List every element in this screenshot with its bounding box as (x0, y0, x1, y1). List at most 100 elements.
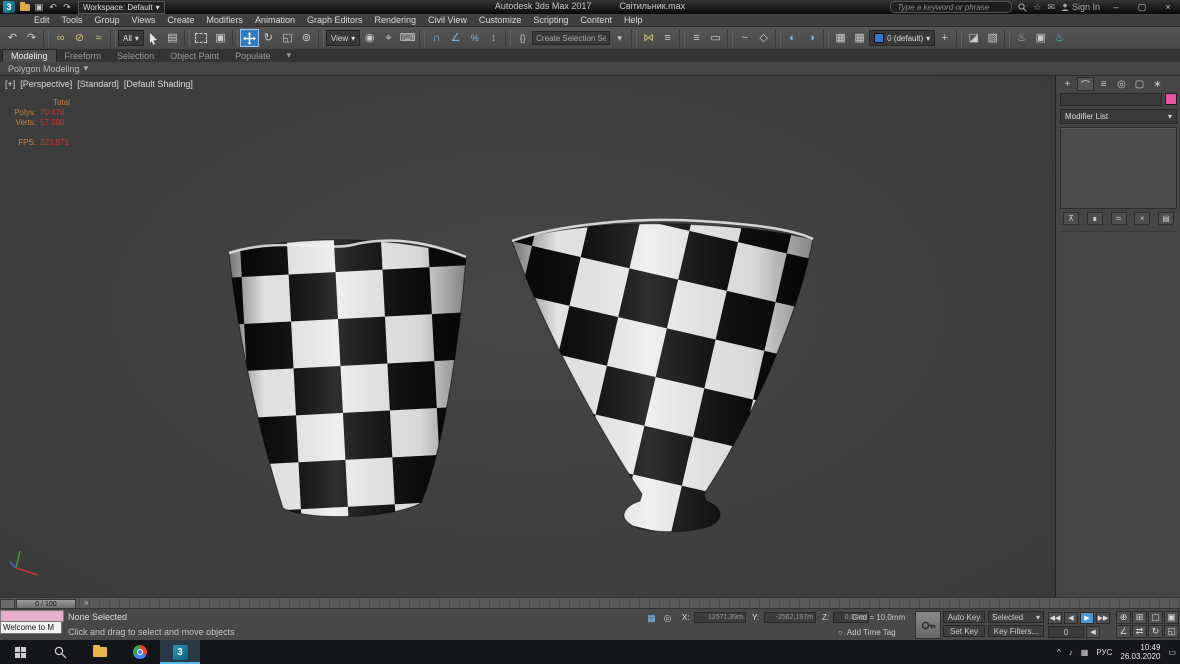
absolute-offset-toggle-icon[interactable]: ◎ (661, 612, 674, 624)
pan-icon[interactable]: ⇄ (1132, 625, 1147, 638)
reference-coordinate-dropdown[interactable]: View ▾ (326, 30, 360, 46)
undo-icon[interactable]: ↶ (46, 1, 60, 13)
action-center-icon[interactable]: ▭ (1168, 648, 1176, 657)
menu-civil-view[interactable]: Civil View (422, 15, 473, 25)
maxscript-mini-listener[interactable]: Welcome to M (0, 621, 62, 634)
close-button[interactable]: × (1158, 1, 1178, 14)
motion-tab-icon[interactable]: ◎ (1113, 77, 1130, 91)
taskbar-search-icon[interactable] (40, 640, 80, 664)
viewport-pov-label[interactable]: [Perspective] (20, 79, 72, 89)
menu-scripting[interactable]: Scripting (527, 15, 574, 25)
named-selection-set-field[interactable] (532, 31, 610, 45)
schematic-view-icon[interactable]: ◇ (754, 29, 773, 47)
render-setup-icon[interactable]: ♨ (1012, 29, 1031, 47)
utilities-tab-icon[interactable]: ∗ (1149, 77, 1166, 91)
select-and-move-icon[interactable] (240, 29, 259, 47)
menu-customize[interactable]: Customize (473, 15, 528, 25)
scene-explorer-icon[interactable]: ▦ (831, 29, 850, 47)
menu-tools[interactable]: Tools (56, 15, 89, 25)
rectangular-selection-region-icon[interactable] (192, 29, 211, 47)
snaps-toggle-icon[interactable]: ∩ (427, 29, 446, 47)
viewport-menu-plus[interactable]: [+] (5, 79, 15, 89)
create-tab-icon[interactable]: + (1059, 77, 1076, 91)
select-object-icon[interactable] (144, 29, 163, 47)
scene-render[interactable] (0, 76, 1056, 597)
set-key-button[interactable]: Set Key (943, 625, 985, 637)
previous-frame-button[interactable]: ◀ (1064, 612, 1078, 624)
remove-modifier-icon[interactable]: × (1134, 212, 1150, 225)
menu-content[interactable]: Content (574, 15, 618, 25)
search-icon[interactable] (1018, 3, 1027, 12)
hidden-icons-chevron[interactable]: ^ (1057, 648, 1061, 657)
favorites-icon[interactable]: ☆ (1033, 2, 1041, 13)
chrome-icon[interactable] (120, 640, 160, 664)
chevron-down-icon[interactable]: ▾ (610, 29, 629, 47)
current-frame-field[interactable]: 0 (1048, 626, 1084, 638)
play-button[interactable]: ▶ (1080, 612, 1094, 624)
sign-in-button[interactable]: Sign In (1061, 2, 1100, 12)
modifier-stack-list[interactable] (1060, 127, 1177, 209)
configure-modifier-sets-icon[interactable]: ▤ (1158, 212, 1174, 225)
menu-views[interactable]: Views (126, 15, 162, 25)
show-end-result-icon[interactable]: ∎ (1087, 212, 1103, 225)
layer-dropdown[interactable]: 0 (default) ▾ (869, 30, 935, 46)
layer-explorer-toggle-icon[interactable]: ▦ (850, 29, 869, 47)
network-icon[interactable]: ▦ (1081, 648, 1089, 657)
isolate-selection-icon[interactable]: ◪ (964, 29, 983, 47)
go-to-end-button[interactable]: ▶▶ (1096, 612, 1110, 624)
menu-group[interactable]: Group (89, 15, 126, 25)
menu-rendering[interactable]: Rendering (369, 15, 423, 25)
layer-explorer-icon[interactable]: ≡ (687, 29, 706, 47)
open-file-icon[interactable] (18, 1, 32, 13)
3dsmax-taskbar-icon[interactable]: 3 (160, 640, 200, 664)
viewport-standard-label[interactable]: [Standard] (77, 79, 119, 89)
lampshade-right[interactable] (512, 220, 813, 532)
selection-filter-dropdown[interactable]: All ▾ (118, 30, 144, 46)
key-filters-button[interactable]: Key Filters... (988, 625, 1044, 637)
align-icon[interactable]: ≡ (658, 29, 677, 47)
percent-snap-icon[interactable]: % (465, 29, 484, 47)
make-unique-icon[interactable]: ≍ (1111, 212, 1127, 225)
communication-icon[interactable]: ✉ (1047, 2, 1055, 13)
redo-icon[interactable]: ↷ (60, 1, 74, 13)
object-name-field[interactable] (1060, 93, 1162, 106)
add-time-tag[interactable]: ○ Add Time Tag (838, 628, 896, 637)
spinner-snap-icon[interactable]: ↕ (484, 29, 503, 47)
select-by-name-icon[interactable]: ▤ (163, 29, 182, 47)
use-pivot-point-icon[interactable]: ◉ (360, 29, 379, 47)
tab-object-paint[interactable]: Object Paint (162, 50, 227, 62)
rendered-frame-window-icon[interactable]: ▣ (1031, 29, 1050, 47)
perspective-viewport[interactable]: [+] [Perspective] [Standard] [Default Sh… (0, 76, 1056, 597)
field-of-view-icon[interactable]: ∠ (1116, 625, 1131, 638)
menu-animation[interactable]: Animation (249, 15, 301, 25)
select-and-scale-icon[interactable]: ◱ (278, 29, 297, 47)
set-keys-button[interactable] (915, 611, 941, 639)
file-explorer-icon[interactable] (80, 640, 120, 664)
next-frame-button[interactable]: ◀ (1086, 626, 1100, 638)
tab-populate[interactable]: Populate (227, 50, 279, 62)
angle-snap-icon[interactable]: ∠ (446, 29, 465, 47)
zoom-extents-all-icon[interactable]: ▣ (1164, 611, 1179, 624)
menu-create[interactable]: Create (161, 15, 200, 25)
select-and-place-icon[interactable]: ⊚ (297, 29, 316, 47)
render-production-icon[interactable]: ♨ (1050, 29, 1069, 47)
tab-selection[interactable]: Selection (109, 50, 162, 62)
object-color-swatch[interactable] (1165, 93, 1177, 105)
modify-tab-icon[interactable]: ⌒ (1077, 77, 1094, 91)
hierarchy-tab-icon[interactable]: ≡ (1095, 77, 1112, 91)
polygon-modeling-panel-title[interactable]: Polygon Modeling (8, 64, 80, 74)
workspace-dropdown[interactable]: Workspace: Default ▾ (78, 1, 165, 14)
material-editor-icon[interactable]: ◐ (783, 29, 802, 47)
time-slider[interactable]: 0 / 100 » (0, 597, 1180, 608)
menu-modifiers[interactable]: Modifiers (200, 15, 249, 25)
modifier-list-dropdown[interactable]: Modifier List ▾ (1060, 109, 1177, 124)
display-toggle-icon[interactable]: ▧ (983, 29, 1002, 47)
keyboard-shortcut-override-icon[interactable]: ⌨ (398, 29, 417, 47)
mirror-icon[interactable]: ⋈ (639, 29, 658, 47)
select-and-rotate-icon[interactable]: ↻ (259, 29, 278, 47)
zoom-extents-icon[interactable]: ▢ (1148, 611, 1163, 624)
lampshade-left[interactable] (229, 240, 466, 517)
selection-lock-icon[interactable]: ▦ (645, 612, 658, 624)
orbit-icon[interactable]: ↻ (1148, 625, 1163, 638)
select-and-link-icon[interactable]: ∞ (51, 29, 70, 47)
